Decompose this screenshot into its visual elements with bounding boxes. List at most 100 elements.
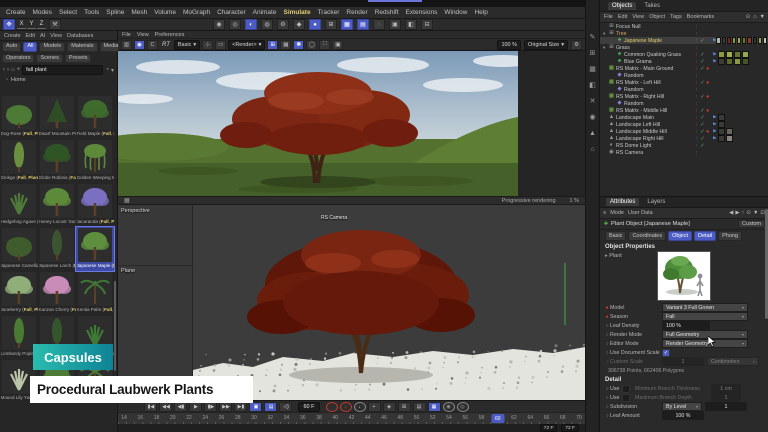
layer-dots[interactable]: ∶ xyxy=(696,73,699,79)
attr-mode-icon-2[interactable]: ↑ xyxy=(742,210,745,216)
character-icon[interactable]: ◆ xyxy=(293,19,305,30)
side-tool-icon-4[interactable]: ✕ xyxy=(590,98,596,105)
asset-item[interactable]: Ginkgo (Fall, Plant) xyxy=(0,139,38,183)
forward-icon[interactable]: › xyxy=(7,67,9,73)
menu-character[interactable]: Character xyxy=(217,9,246,16)
snap-grid-icon[interactable]: ▦ xyxy=(341,19,353,30)
material-swatch[interactable] xyxy=(718,128,725,135)
current-frame-field[interactable]: 60 F xyxy=(298,402,319,412)
asset-scrollbar[interactable] xyxy=(114,281,116,371)
object-row[interactable]: ▦RS Matrix - Main Ground∶✓● xyxy=(600,65,768,72)
enabled-check-icon[interactable]: ✓ xyxy=(699,38,706,44)
material-swatch[interactable] xyxy=(742,58,749,65)
material-swatch[interactable] xyxy=(734,58,741,65)
layer-dots[interactable]: ∶ xyxy=(696,31,699,37)
filter-scenes[interactable]: Scenes xyxy=(36,54,62,64)
side-tool-icon-3[interactable]: ◧ xyxy=(589,82,596,89)
material-swatch[interactable] xyxy=(716,37,720,44)
key-mode-icon-4[interactable]: ▦ xyxy=(428,402,441,412)
material-swatch[interactable] xyxy=(726,51,733,58)
layer-dots[interactable]: ∶ xyxy=(696,24,699,30)
enabled-check-icon[interactable]: ✓ xyxy=(699,136,706,142)
grid-icon[interactable]: ✽ xyxy=(293,40,304,50)
transport-go-end-button[interactable]: ▶▮ xyxy=(234,402,247,412)
obj-menu-edit[interactable]: Edit xyxy=(618,14,627,20)
enabled-check-icon[interactable]: ✓ xyxy=(699,66,706,72)
attr-value-dropdown[interactable]: Render Geometry▾ xyxy=(662,339,748,348)
attr-value-dropdown[interactable]: Fall▾ xyxy=(662,312,748,321)
asset-item[interactable]: Globe Robinia (Fall, Pl... xyxy=(38,139,76,183)
axis-mode-icon[interactable]: ◧ xyxy=(405,19,417,30)
attr-tab-detail[interactable]: Detail xyxy=(694,231,716,241)
obj-menu-file[interactable]: File xyxy=(604,14,613,20)
attr-tab-coordinates[interactable]: Coordinates xyxy=(628,231,666,241)
film-icon[interactable]: ▥ xyxy=(121,40,132,50)
material-swatch[interactable] xyxy=(718,121,725,128)
transport-prev-key-button[interactable]: ◀◀ xyxy=(159,402,172,412)
tab-takes[interactable]: Takes xyxy=(640,2,664,10)
object-row[interactable]: ◆Random∶ xyxy=(600,100,768,107)
asset-item[interactable]: Juneberry (Fall, Plant) xyxy=(0,271,38,315)
quality-dropdown[interactable]: Basic▾ xyxy=(174,40,200,50)
enabled-check-icon[interactable]: ✓ xyxy=(699,122,706,128)
material-icon[interactable]: ◍ xyxy=(261,19,273,30)
material-swatch[interactable] xyxy=(726,135,733,142)
asset-item[interactable]: Kanzan Cherry (Fall, Pl... xyxy=(38,271,76,315)
asset-menu-databases[interactable]: Databases xyxy=(67,33,93,39)
obj-menu-view[interactable]: View xyxy=(632,14,644,20)
plant-preview-image[interactable] xyxy=(657,251,711,301)
attr-mode-icon-3[interactable]: ⊙ xyxy=(746,210,751,216)
material-swatch[interactable] xyxy=(718,58,725,65)
asset-item[interactable]: Japanese Camellia (Fal... xyxy=(0,227,38,271)
material-swatch[interactable] xyxy=(747,37,751,44)
menu-spline[interactable]: Spline xyxy=(106,9,124,16)
menu-help[interactable]: Help xyxy=(474,9,487,16)
crop-icon[interactable]: ▭ xyxy=(215,40,226,50)
render-slot-dropdown[interactable]: <Render>▾ xyxy=(228,40,265,50)
menu-volume[interactable]: Volume xyxy=(154,9,176,16)
menu-simulate[interactable]: Simulate xyxy=(283,9,310,16)
side-tool-icon-5[interactable]: ◉ xyxy=(589,114,595,121)
filter-all[interactable]: All xyxy=(23,42,37,52)
use-checkbox[interactable]: ✓ xyxy=(622,385,630,393)
object-row[interactable]: ▲Landscape Middle Hill∶✓●⚑ xyxy=(600,128,768,135)
material-swatch[interactable] xyxy=(722,37,726,44)
asset-item[interactable]: Field Maple (Fall, Plant) xyxy=(76,95,114,139)
kinematics-icon[interactable]: ⚒ xyxy=(49,19,61,30)
pv-menu-preferences[interactable]: Preferences xyxy=(155,32,185,38)
workplane-icon[interactable]: ◌ xyxy=(373,19,385,30)
obj-menu-icon-1[interactable]: ⌂ xyxy=(753,14,756,20)
keyframe-selection-button[interactable]: ● xyxy=(354,402,366,412)
compare-icon[interactable]: C xyxy=(147,40,158,50)
material-swatch[interactable] xyxy=(718,114,725,121)
pv-menu-view[interactable]: View xyxy=(137,32,149,38)
camera-grid-icon[interactable]: ▣ xyxy=(389,19,401,30)
tab-layers[interactable]: Layers xyxy=(643,198,669,206)
asset-search-input[interactable]: fall plant xyxy=(22,65,103,75)
record-button[interactable] xyxy=(326,402,338,412)
material-swatch[interactable] xyxy=(732,37,736,44)
autokey-button[interactable]: ● xyxy=(340,402,352,412)
material-swatch[interactable] xyxy=(734,51,741,58)
material-swatch[interactable] xyxy=(758,37,762,44)
object-row[interactable]: ◆Random∶ xyxy=(600,86,768,93)
detail-value-field[interactable]: 1 xyxy=(711,393,741,402)
custom-button[interactable]: Custom xyxy=(738,220,765,228)
layer-dots[interactable]: ∶ xyxy=(696,87,699,93)
simulate-settings-icon[interactable]: ⚙ xyxy=(277,19,289,30)
menu-animate[interactable]: Animate xyxy=(253,9,277,16)
zoom-field[interactable]: 100 % xyxy=(497,40,521,50)
sound-icon[interactable]: ◁) xyxy=(279,402,292,412)
material-swatch[interactable] xyxy=(753,37,757,44)
menu-mesh[interactable]: Mesh xyxy=(131,9,147,16)
attr-unit-dropdown[interactable]: Centimeters▾ xyxy=(707,357,759,366)
viewport-label-perspective[interactable]: Perspective xyxy=(121,208,150,214)
material-swatch[interactable] xyxy=(763,37,767,44)
viewport-label-plane[interactable]: Plane xyxy=(121,268,135,274)
transport-play-button[interactable]: ▶ xyxy=(189,402,202,412)
menu-tracker[interactable]: Tracker xyxy=(318,9,340,16)
transport-next-key-button[interactable]: ▶▶ xyxy=(219,402,232,412)
attr-mode-icon-0[interactable]: ◀ xyxy=(729,210,733,216)
attr-mode-icon-4[interactable]: ▼ xyxy=(753,210,758,216)
timeline-toggle-0[interactable]: ▣ xyxy=(249,402,262,412)
